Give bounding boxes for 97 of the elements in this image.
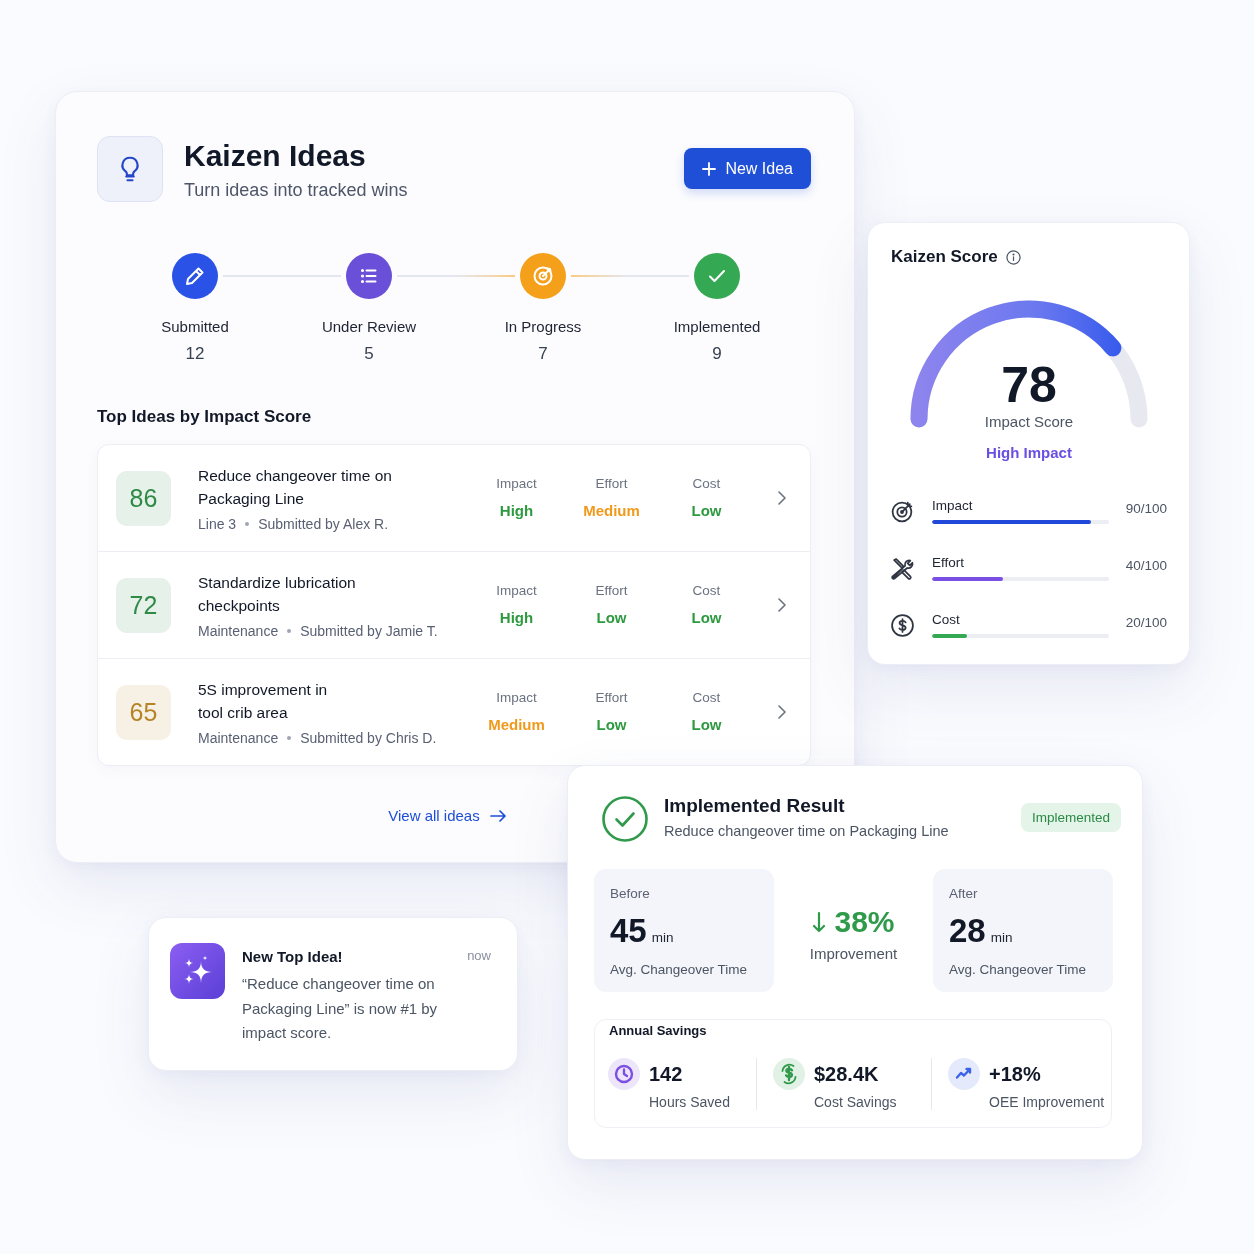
notification-message: “Reduce changeover time on Packaging Line” is now #1 by impact score. (242, 974, 439, 1043)
savings-value: $28.4K (814, 1062, 879, 1086)
stage-label: Submitted (161, 318, 229, 336)
idea-row[interactable]: 65 5S improvement in tool crib area Maintenance Submitted by Chris D. Impact Medium Effort Low Cost Low (98, 658, 810, 765)
sparkles-icon (170, 943, 225, 999)
stat-label: Before (610, 886, 650, 902)
rating-value: High (499, 502, 534, 520)
trend-icon (948, 1058, 980, 1090)
separator-dot-icon (287, 735, 292, 740)
savings-value: 142 (649, 1062, 683, 1086)
card-subtitle: Reduce changeover time on Packaging Line (664, 822, 949, 840)
savings-label: Cost Savings (814, 1094, 897, 1110)
dollar-icon (773, 1058, 805, 1090)
impact-score: 65 (116, 684, 171, 740)
stat-unit: min (651, 930, 674, 945)
rating-label: Cost (692, 583, 721, 599)
idea-title: 5S improvement in tool crib area (198, 679, 328, 723)
rating-value: Medium (583, 502, 640, 520)
idea-area: Maintenance (198, 621, 279, 640)
savings-title: Annual Savings (609, 1023, 707, 1039)
improvement-label: Improvement (809, 945, 898, 963)
improvement-value: 38% (834, 905, 895, 939)
rating-label: Impact (496, 476, 537, 492)
metric-label: Impact (932, 498, 973, 514)
arrow-right-icon (489, 810, 506, 822)
card-title: Implemented Result (664, 795, 845, 817)
chevron-right-icon (778, 491, 786, 505)
plus-icon (702, 161, 717, 176)
savings-label: Hours Saved (649, 1094, 730, 1110)
rating-value: Low (691, 609, 722, 627)
idea-area: Maintenance (198, 728, 279, 747)
metric-reading: 90/100 (1125, 500, 1167, 518)
idea-submitter: Submitted by Jamie T. (300, 621, 438, 640)
stage-count: 5 (364, 344, 374, 364)
impact-score: 86 (116, 470, 171, 526)
stat-caption: Avg. Changeover Time (949, 962, 1087, 978)
savings-value: +18% (989, 1062, 1041, 1086)
stage-label: In Progress (504, 318, 582, 336)
impact-rating: High Impact (986, 444, 1072, 462)
rating-value: Low (691, 716, 722, 734)
notification-title: New Top Idea! (242, 948, 343, 966)
rating-label: Impact (496, 690, 537, 706)
rating-label: Cost (692, 690, 721, 706)
lightbulb-icon (97, 136, 163, 202)
idea-row[interactable]: 86 Reduce changeover time on Packaging Line Line 3 Submitted by Alex R. Impact High Effort Medium Cost Low (98, 445, 810, 551)
status-badge: Implemented (1020, 803, 1121, 832)
stage-count: 12 (185, 344, 205, 364)
separator-dot-icon (245, 521, 250, 526)
stage-label: Implemented (673, 318, 761, 336)
rating-label: Effort (595, 583, 628, 599)
metric-reading: 20/100 (1125, 614, 1167, 632)
rating-value: Low (596, 716, 627, 734)
stat-caption: Avg. Changeover Time (610, 962, 748, 978)
tools-icon (890, 555, 915, 581)
metric-label: Effort (932, 555, 965, 571)
stage-count: 7 (538, 344, 548, 364)
rating-label: Effort (595, 690, 628, 706)
chevron-right-icon (778, 598, 786, 612)
stat-unit: min (990, 930, 1013, 945)
info-icon[interactable] (1005, 249, 1021, 265)
idea-row[interactable]: 72 Standardize lubrication checkpoints Maintenance Submitted by Jamie T. Impact High Effort Low Cost Low (98, 551, 810, 658)
stat-value: 45 (610, 913, 647, 949)
rating-label: Cost (692, 476, 721, 492)
metric-reading: 40/100 (1125, 557, 1167, 575)
card-title: Kaizen Score (891, 246, 998, 268)
notification-time: now (467, 948, 491, 964)
idea-submitter: Submitted by Chris D. (300, 728, 437, 747)
stat-label: After (949, 886, 978, 902)
check-circle-icon (602, 796, 648, 842)
panel-title: Kaizen Ideas (184, 138, 367, 174)
new-idea-button[interactable]: New Idea (684, 148, 811, 189)
rating-value: Low (691, 502, 722, 520)
savings-label: OEE Improvement (989, 1094, 1105, 1110)
idea-title: Reduce changeover time on Packaging Line (198, 465, 392, 509)
idea-title: Standardize lubrication checkpoints (198, 572, 356, 616)
rating-label: Impact (496, 583, 537, 599)
rating-value: Low (596, 609, 627, 627)
stat-value: 28 (949, 913, 986, 949)
rating-value: Medium (488, 716, 545, 734)
stage-count: 9 (712, 344, 722, 364)
rating-label: Effort (595, 476, 628, 492)
impact-score: 72 (116, 577, 171, 633)
stage-label: Under Review (321, 318, 417, 336)
separator-dot-icon (287, 628, 292, 633)
dollar-icon (890, 612, 915, 638)
idea-area: Line 3 (198, 514, 237, 533)
panel-subtitle: Turn ideas into tracked wins (184, 179, 408, 201)
metric-label: Cost (932, 612, 960, 628)
section-title: Top Ideas by Impact Score (97, 407, 312, 427)
view-all-link[interactable]: View all ideas (388, 806, 506, 826)
chevron-right-icon (778, 705, 786, 719)
rating-value: High (499, 609, 534, 627)
idea-submitter: Submitted by Alex R. (258, 514, 389, 533)
score-label: Impact Score (984, 413, 1074, 431)
clock-icon (608, 1058, 640, 1090)
down-arrow-icon (812, 911, 827, 933)
score-value: 78 (1001, 357, 1057, 413)
